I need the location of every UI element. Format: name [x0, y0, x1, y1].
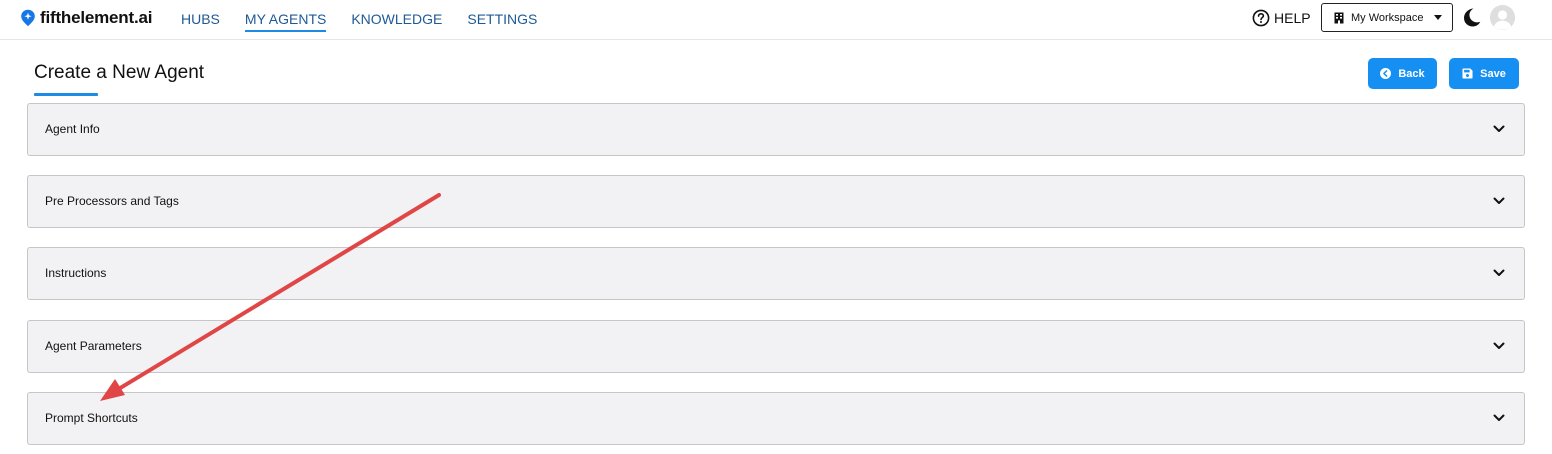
workspace-label: My Workspace	[1351, 11, 1424, 24]
nav-knowledge[interactable]: KNOWLEDGE	[351, 0, 442, 40]
section-label: Pre Processors and Tags	[45, 194, 179, 208]
moon-icon[interactable]	[1461, 7, 1481, 27]
chevron-down-icon	[1493, 342, 1505, 349]
chevron-down-icon	[1493, 414, 1505, 421]
section-label: Prompt Shortcuts	[45, 411, 138, 425]
section-label: Instructions	[45, 266, 107, 280]
section-agent-info[interactable]: Agent Info	[27, 103, 1525, 156]
save-button-label: Save	[1480, 67, 1506, 80]
main-nav: HUBS MY AGENTS KNOWLEDGE SETTINGS	[181, 0, 537, 40]
floppy-disk-icon	[1462, 68, 1473, 79]
arrow-left-circle-icon	[1380, 68, 1392, 79]
section-agent-parameters[interactable]: Agent Parameters	[27, 320, 1525, 373]
chevron-down-icon	[1493, 197, 1505, 204]
title-underline	[34, 93, 98, 96]
section-instructions[interactable]: Instructions	[27, 247, 1525, 300]
page-title: Create a New Agent	[34, 62, 205, 83]
nav-my-agents[interactable]: MY AGENTS	[244, 0, 327, 40]
back-button[interactable]: Back	[1368, 58, 1437, 89]
building-icon	[1334, 12, 1344, 23]
top-navbar: fifthelement.ai HUBS MY AGENTS KNOWLEDGE…	[0, 0, 1552, 40]
user-avatar-icon[interactable]	[1490, 5, 1515, 30]
nav-hubs[interactable]: HUBS	[181, 0, 220, 40]
brand-logo[interactable]: fifthelement.ai	[20, 8, 152, 28]
chevron-down-icon	[1493, 125, 1505, 132]
caret-down-icon	[1433, 15, 1442, 20]
save-button[interactable]: Save	[1449, 58, 1519, 89]
section-label: Agent Parameters	[45, 339, 142, 353]
help-link[interactable]: HELP	[1252, 8, 1311, 28]
section-label: Agent Info	[45, 122, 100, 136]
section-prompt-shortcuts[interactable]: Prompt Shortcuts	[27, 392, 1525, 445]
section-pre-processors-tags[interactable]: Pre Processors and Tags	[27, 175, 1525, 228]
location-pin-icon	[21, 9, 35, 27]
nav-settings[interactable]: SETTINGS	[467, 0, 537, 40]
question-circle-icon	[1252, 9, 1270, 27]
help-label: HELP	[1274, 10, 1311, 26]
workspace-dropdown[interactable]: My Workspace	[1321, 3, 1453, 32]
brand-name: fifthelement.ai	[40, 8, 153, 27]
back-button-label: Back	[1398, 67, 1425, 80]
chevron-down-icon	[1493, 269, 1505, 276]
